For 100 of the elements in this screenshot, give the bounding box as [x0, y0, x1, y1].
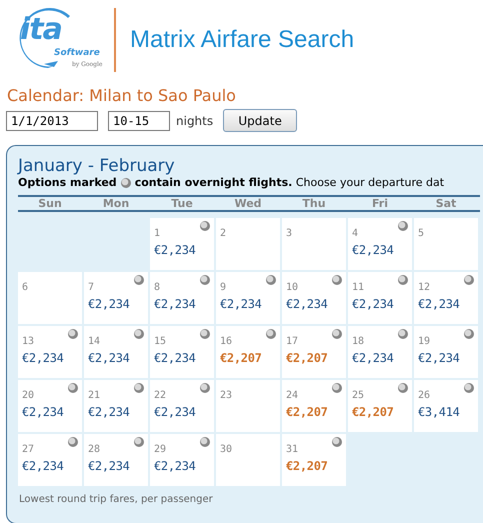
day-number: 1 — [154, 228, 160, 239]
nights-field[interactable]: 10-15 — [108, 110, 170, 130]
day-cell[interactable]: 21 €2,234 — [84, 380, 148, 432]
fare-price[interactable]: €2,234 — [154, 351, 196, 365]
day-number: 23 — [220, 390, 232, 401]
weekday-label: Wed — [233, 197, 263, 210]
day-cell[interactable]: 29 €2,234 — [150, 434, 214, 486]
day-number: 8 — [154, 282, 160, 293]
day-cell[interactable]: 20 €2,234 — [18, 380, 82, 432]
weekday-label: Sun — [37, 197, 63, 210]
calendar-title: January - February — [18, 156, 176, 176]
weekday-label: Thu — [301, 197, 327, 210]
fare-price[interactable]: €2,234 — [352, 351, 394, 365]
day-number: 26 — [418, 390, 430, 401]
day-number: 24 — [286, 390, 298, 401]
day-cell[interactable]: 12 €2,234 — [414, 272, 478, 324]
fare-price[interactable]: €2,234 — [88, 351, 130, 365]
fare-price[interactable]: €2,234 — [286, 297, 328, 311]
fare-price[interactable]: €2,234 — [154, 459, 196, 473]
fare-price[interactable]: €2,234 — [352, 243, 394, 257]
day-number: 22 — [154, 390, 166, 401]
day-cell[interactable]: 1 €2,234 — [150, 218, 214, 270]
day-cell[interactable]: 3 — [282, 218, 346, 270]
fare-price[interactable]: €2,234 — [154, 297, 196, 311]
day-cell[interactable]: 7 €2,234 — [84, 272, 148, 324]
day-cell[interactable]: 23 — [216, 380, 280, 432]
weekday-label: Fri — [370, 197, 389, 210]
day-number: 19 — [418, 336, 430, 347]
fare-price[interactable]: €3,414 — [418, 405, 460, 419]
day-number: 13 — [22, 336, 34, 347]
fare-price[interactable]: €2,234 — [418, 297, 460, 311]
day-cell[interactable]: 4 €2,234 — [348, 218, 412, 270]
fare-price[interactable]: €2,234 — [154, 243, 196, 257]
fare-price[interactable]: €2,234 — [22, 405, 64, 419]
day-cell[interactable]: 11 €2,234 — [348, 272, 412, 324]
day-cell[interactable]: 9 €2,234 — [216, 272, 280, 324]
day-number: 11 — [352, 282, 364, 293]
day-cell[interactable]: 30 — [216, 434, 280, 486]
day-number: 17 — [286, 336, 298, 347]
day-number: 20 — [22, 390, 34, 401]
day-number: 25 — [352, 390, 364, 401]
day-cell[interactable]: 27 €2,234 — [18, 434, 82, 486]
overnight-icon — [120, 178, 131, 188]
day-number: 31 — [286, 444, 298, 455]
fare-price[interactable]: €2,234 — [22, 459, 64, 473]
day-cell[interactable]: 26 €3,414 — [414, 380, 478, 432]
day-number: 6 — [22, 282, 28, 293]
fare-price[interactable]: €2,234 — [352, 297, 394, 311]
day-cell[interactable]: 15 €2,234 — [150, 326, 214, 378]
day-cell[interactable]: 28 €2,234 — [84, 434, 148, 486]
weekday-label: Mon — [102, 197, 130, 210]
fare-price[interactable]: €2,234 — [88, 405, 130, 419]
day-number: 10 — [286, 282, 298, 293]
day-cell[interactable]: 31 €2,207 — [282, 434, 346, 486]
day-number: 18 — [352, 336, 364, 347]
fare-price[interactable]: €2,234 — [154, 405, 196, 419]
day-number: 27 — [22, 444, 34, 455]
page-heading: Calendar: Milan to Sao Paulo — [6, 85, 237, 105]
legend-text: contain overnight flights. Choose your departure dat — [134, 176, 444, 189]
day-number: 15 — [154, 336, 166, 347]
day-number: 16 — [220, 336, 232, 347]
weekday-label: Sat — [434, 197, 458, 210]
day-number: 30 — [220, 444, 232, 455]
day-number: 4 — [352, 228, 358, 239]
day-cell[interactable]: 22 €2,234 — [150, 380, 214, 432]
nights-label: nights — [176, 114, 214, 128]
day-cell[interactable]: 18 €2,234 — [348, 326, 412, 378]
day-number: 3 — [286, 228, 292, 239]
day-cell[interactable]: 8 €2,234 — [150, 272, 214, 324]
legend-text: Options marked — [18, 176, 117, 189]
app-title: Matrix Airfare Search — [130, 26, 354, 54]
update-button[interactable]: Update — [223, 109, 298, 132]
day-cell[interactable]: 24 €2,207 — [282, 380, 346, 432]
day-cell[interactable]: 2 — [216, 218, 280, 270]
day-cell[interactable]: 16 €2,207 — [216, 326, 280, 378]
day-number: 14 — [88, 336, 100, 347]
day-cell[interactable]: 19 €2,234 — [414, 326, 478, 378]
day-cell[interactable]: 25 €2,207 — [348, 380, 412, 432]
fare-price[interactable]: €2,234 — [220, 297, 262, 311]
day-number: 7 — [88, 282, 94, 293]
day-cell[interactable]: 17 €2,207 — [282, 326, 346, 378]
logo-word: Software — [54, 48, 100, 58]
day-number: 9 — [220, 282, 226, 293]
day-cell[interactable]: 6 — [18, 272, 82, 324]
fare-price[interactable]: €2,234 — [88, 297, 130, 311]
day-cell[interactable]: 10 €2,234 — [282, 272, 346, 324]
fare-price[interactable]: €2,234 — [88, 459, 130, 473]
day-cell[interactable]: 14 €2,234 — [84, 326, 148, 378]
day-cell[interactable]: 5 — [414, 218, 478, 270]
day-number: 5 — [418, 228, 424, 239]
day-number: 28 — [88, 444, 100, 455]
fare-price[interactable]: €2,234 — [418, 351, 460, 365]
fare-price[interactable]: €2,234 — [22, 351, 64, 365]
date-field[interactable]: 1/1/2013 — [6, 110, 98, 130]
weekday-label: Tue — [170, 197, 194, 210]
day-number: 21 — [88, 390, 100, 401]
day-number: 12 — [418, 282, 430, 293]
day-number: 2 — [220, 228, 226, 239]
day-number: 29 — [154, 444, 166, 455]
day-cell[interactable]: 13 €2,234 — [18, 326, 82, 378]
